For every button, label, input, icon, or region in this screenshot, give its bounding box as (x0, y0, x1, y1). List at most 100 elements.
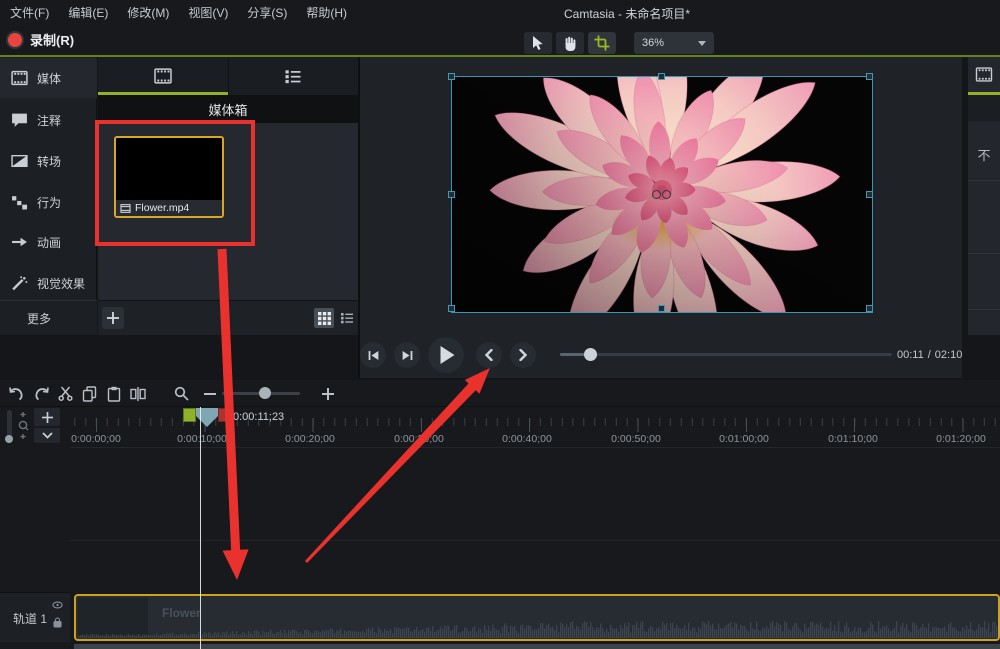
timeline-zoom-slider-thumb[interactable] (259, 387, 271, 399)
track-height-slider[interactable] (7, 410, 12, 438)
resize-handle-bl[interactable] (448, 305, 455, 312)
magnifier-icon (174, 386, 189, 401)
ruler-label: 0:00:50;00 (611, 433, 661, 445)
plus-icon (107, 312, 119, 324)
filmstrip-icon (975, 67, 993, 82)
resize-handle-mr[interactable] (866, 191, 873, 198)
cut-button[interactable] (56, 384, 75, 403)
track-lane-divider (70, 540, 1000, 541)
timeline-zoom-in-button[interactable] (318, 384, 337, 403)
timeline-zoom-out-button[interactable] (200, 384, 219, 403)
menu-help[interactable]: 帮助(H) (306, 4, 347, 21)
sidebar-item-media[interactable]: 媒体 (0, 58, 97, 98)
playhead-out-handle[interactable] (218, 408, 229, 422)
list-view-button[interactable] (337, 308, 357, 328)
lock-icon[interactable] (53, 617, 62, 628)
sidebar-item-visual-effects[interactable]: 视觉效果 (0, 263, 97, 303)
eye-icon[interactable] (52, 601, 63, 609)
resize-handle-bm[interactable] (658, 305, 665, 312)
play-button[interactable] (428, 337, 464, 373)
plus-icon (42, 412, 53, 423)
properties-media-tab[interactable] (968, 57, 1000, 95)
time-total: 02:10 (935, 349, 963, 361)
selection-tool-button[interactable] (524, 32, 552, 54)
toolbar: 录制(R) 36% (0, 24, 1000, 55)
dropdown-caret-icon (698, 41, 706, 46)
list-view-icon (340, 312, 354, 324)
preview-canvas[interactable] (452, 77, 872, 312)
magic-wand-icon (11, 275, 28, 291)
menu-modify[interactable]: 修改(M) (127, 4, 169, 21)
sidebar-item-animations[interactable]: 动画 (0, 222, 97, 262)
sidebar-item-behaviors[interactable]: 行为 (0, 182, 97, 222)
jump-next-button[interactable] (510, 342, 536, 368)
copy-button[interactable] (80, 384, 99, 403)
paste-button[interactable] (104, 384, 123, 403)
add-track-button[interactable] (34, 408, 60, 426)
collapse-tracks-button[interactable] (34, 428, 60, 443)
track-name: 轨道 1 (13, 610, 47, 627)
sidebar-item-label: 行为 (37, 194, 61, 211)
sidebar-item-label: 动画 (37, 234, 61, 251)
timeline-scrollbar[interactable] (74, 644, 1000, 649)
track-height-slider-thumb[interactable] (5, 435, 13, 443)
step-forward-button[interactable] (394, 342, 420, 368)
clip-waveform (76, 608, 998, 638)
menu-edit[interactable]: 编辑(E) (68, 4, 108, 21)
plus-icon (322, 388, 334, 400)
record-dot-icon (8, 33, 22, 47)
resize-handle-tl[interactable] (448, 73, 455, 80)
redo-button[interactable] (32, 384, 51, 403)
anchor-circle-right[interactable] (662, 190, 671, 199)
resize-handle-br[interactable] (866, 305, 873, 312)
menu-share[interactable]: 分享(S) (247, 4, 287, 21)
resize-handle-tm[interactable] (658, 73, 665, 80)
track-zoom-mini-icon[interactable] (16, 411, 30, 441)
menu-file[interactable]: 文件(F) (10, 4, 49, 21)
split-button[interactable] (128, 384, 147, 403)
properties-divider (968, 309, 1000, 310)
seek-bar-thumb[interactable] (584, 348, 597, 361)
scissors-icon (58, 386, 73, 401)
media-thumbnail-label: Flower.mp4 (116, 200, 222, 216)
record-label: 录制(R) (30, 30, 74, 49)
playhead-line[interactable] (200, 407, 201, 649)
undo-button[interactable] (6, 384, 25, 403)
copy-icon (82, 386, 97, 402)
timeline-zoom-icon-button[interactable] (172, 384, 191, 403)
film-mini-icon (120, 204, 131, 213)
media-bottombar (98, 300, 358, 335)
sidebar-item-annotations[interactable]: 注释 (0, 100, 97, 140)
step-back-icon (367, 349, 380, 362)
canvas-zoom-dropdown[interactable]: 36% (634, 32, 714, 54)
record-button[interactable]: 录制(R) (8, 30, 74, 49)
jump-prev-button[interactable] (476, 342, 502, 368)
sidebar-item-transitions[interactable]: 转场 (0, 141, 97, 181)
menu-view[interactable]: 视图(V) (188, 4, 228, 21)
properties-divider (968, 180, 1000, 181)
resize-handle-tr[interactable] (866, 73, 873, 80)
media-tabbar (98, 57, 358, 95)
grid-view-icon (318, 312, 331, 325)
behavior-icon (11, 194, 28, 210)
ruler-label: 0:00:10;00 (177, 433, 227, 445)
add-media-button[interactable] (102, 307, 124, 329)
resize-handle-ml[interactable] (448, 191, 455, 198)
tab-media-list[interactable] (228, 57, 359, 95)
media-clip-name: Flower.mp4 (135, 202, 189, 214)
selection-cursor-icon (532, 36, 544, 51)
media-thumbnail-flower[interactable]: Flower.mp4 (114, 136, 224, 218)
tab-media-bin[interactable] (98, 57, 228, 95)
pan-tool-button[interactable] (556, 32, 584, 54)
sidebar-more-button[interactable]: 更多 (0, 300, 97, 335)
canvas-zoom-value: 36% (642, 37, 664, 49)
sidebar-more-label: 更多 (27, 310, 51, 327)
step-back-button[interactable] (360, 342, 386, 368)
anchor-circle-left[interactable] (652, 190, 661, 199)
timeline-toolbar (0, 380, 1000, 407)
playhead-in-handle[interactable] (183, 408, 196, 422)
timeline-clip-flower[interactable]: Flower (74, 594, 1000, 641)
grid-view-button[interactable] (314, 308, 334, 328)
crop-tool-button[interactable] (588, 32, 616, 54)
seek-bar[interactable] (560, 353, 892, 356)
